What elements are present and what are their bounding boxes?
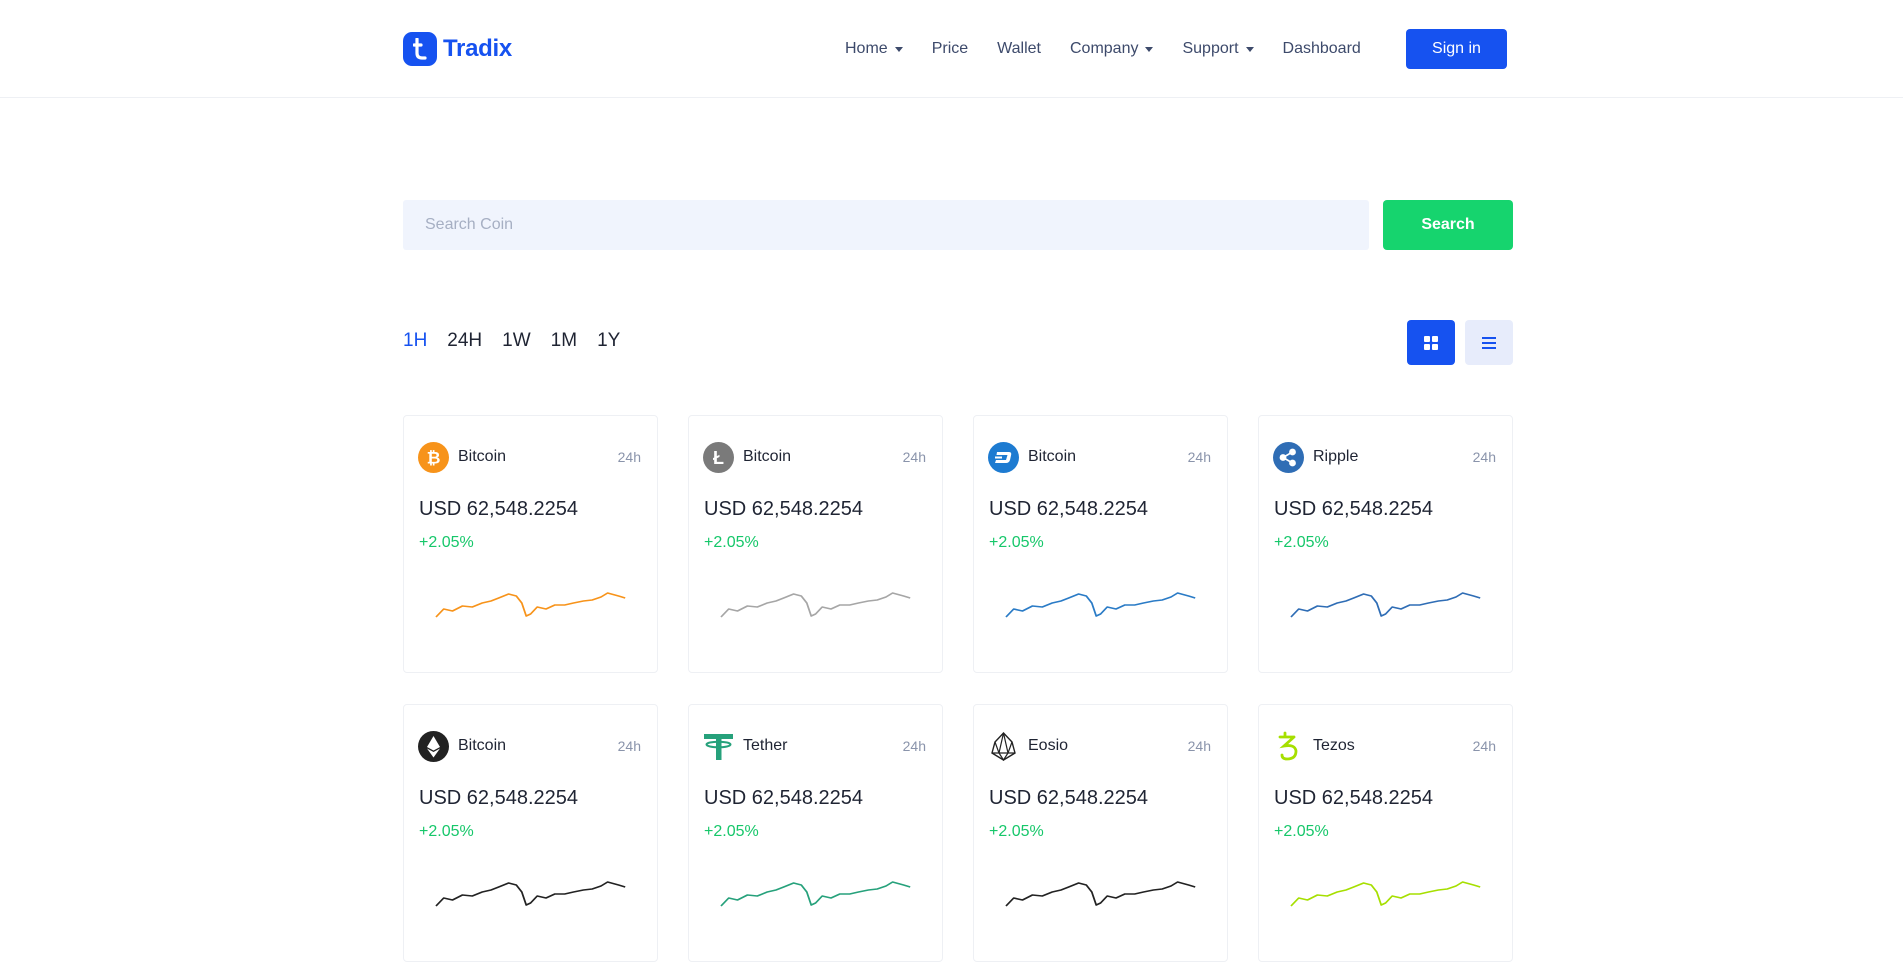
nav-item-label: Price bbox=[931, 40, 969, 57]
coin-price: USD 62,548.2254 bbox=[1274, 787, 1434, 809]
coin-price: USD 62,548.2254 bbox=[989, 787, 1149, 809]
bitcoin-icon: ₿ bbox=[418, 442, 449, 473]
nav-item-home[interactable]: Home bbox=[845, 40, 903, 58]
coin-card[interactable]: Bitcoin 24h USD 62,548.2254 +2.05% bbox=[973, 415, 1228, 673]
sparkline bbox=[720, 881, 911, 907]
brand-logo-icon bbox=[403, 32, 437, 66]
sparkline-path bbox=[1005, 592, 1196, 618]
coin-name: Tezos bbox=[1313, 737, 1355, 754]
tab-1y[interactable]: 1Y bbox=[597, 330, 620, 352]
coin-change: +2.05% bbox=[989, 534, 1044, 551]
coin-price: USD 62,548.2254 bbox=[419, 787, 579, 809]
sparkline bbox=[1005, 881, 1196, 907]
coin-change: +2.05% bbox=[704, 534, 759, 551]
nav-item-label: Home bbox=[845, 40, 888, 57]
coin-price: USD 62,548.2254 bbox=[419, 498, 579, 520]
coin-name: Bitcoin bbox=[458, 448, 507, 465]
coin-period: 24h bbox=[1187, 449, 1211, 465]
search-coin-input[interactable] bbox=[403, 200, 1369, 250]
tether-icon bbox=[704, 734, 733, 760]
sparkline bbox=[1290, 881, 1481, 907]
list-view-button[interactable] bbox=[1465, 320, 1513, 365]
sparkline-path bbox=[720, 592, 911, 618]
coin-name: Ripple bbox=[1313, 448, 1359, 465]
nav-item-label: Wallet bbox=[997, 40, 1041, 57]
sparkline bbox=[435, 592, 626, 618]
coin-card[interactable]: Tezos 24h USD 62,548.2254 +2.05% bbox=[1258, 704, 1513, 962]
coin-change: +2.05% bbox=[419, 823, 474, 840]
eos-icon bbox=[991, 731, 1016, 762]
coin-name: Bitcoin bbox=[743, 448, 792, 465]
sparkline-path bbox=[435, 881, 626, 907]
sparkline-path bbox=[1290, 881, 1481, 907]
sparkline-path bbox=[720, 881, 911, 907]
sparkline-path bbox=[1290, 592, 1481, 618]
grid-view-button[interactable] bbox=[1407, 320, 1455, 365]
tab-24h[interactable]: 24H bbox=[447, 330, 482, 352]
svg-text:₿: ₿ bbox=[427, 449, 441, 469]
search-button[interactable]: Search bbox=[1383, 200, 1513, 250]
litecoin-icon: Ł bbox=[703, 442, 734, 473]
nav-item-label: Support bbox=[1182, 40, 1239, 57]
coin-name: Tether bbox=[743, 737, 788, 754]
coin-period: 24h bbox=[902, 449, 926, 465]
coin-price: USD 62,548.2254 bbox=[704, 498, 864, 520]
coin-period: 24h bbox=[617, 738, 641, 754]
coin-name: Eosio bbox=[1028, 737, 1069, 754]
coin-card[interactable]: Ł Bitcoin 24h USD 62,548.2254 +2.05% bbox=[688, 415, 943, 673]
coin-period: 24h bbox=[902, 738, 926, 754]
list-icon bbox=[1482, 336, 1496, 349]
coin-period: 24h bbox=[1472, 738, 1496, 754]
coin-change: +2.05% bbox=[1274, 534, 1329, 551]
coin-change: +2.05% bbox=[989, 823, 1044, 840]
coin-price: USD 62,548.2254 bbox=[1274, 498, 1434, 520]
nav-item-support[interactable]: Support bbox=[1182, 40, 1254, 58]
sparkline bbox=[1005, 592, 1196, 618]
coin-period: 24h bbox=[617, 449, 641, 465]
sparkline-path bbox=[435, 592, 626, 618]
ethereum-icon bbox=[418, 731, 449, 762]
coin-card[interactable]: Eosio 24h USD 62,548.2254 +2.05% bbox=[973, 704, 1228, 962]
chevron-down-icon bbox=[1145, 46, 1154, 52]
coin-card[interactable]: Bitcoin 24h USD 62,548.2254 +2.05% bbox=[403, 704, 658, 962]
brand-logo[interactable]: Tradix bbox=[403, 31, 512, 67]
ripple-icon bbox=[1273, 442, 1304, 473]
tab-1w[interactable]: 1W bbox=[502, 330, 531, 352]
coin-name: Bitcoin bbox=[1028, 448, 1077, 465]
nav-item-label: Dashboard bbox=[1282, 40, 1361, 57]
brand-name: Tradix bbox=[443, 35, 512, 62]
tab-1m[interactable]: 1M bbox=[551, 330, 577, 352]
chevron-down-icon bbox=[1245, 46, 1254, 52]
site-header: Tradix Home Price Wallet Company Support… bbox=[0, 0, 1903, 98]
coin-card[interactable]: Tether 24h USD 62,548.2254 +2.05% bbox=[688, 704, 943, 962]
dash-icon bbox=[988, 442, 1019, 473]
svg-text:Ł: Ł bbox=[713, 448, 724, 468]
nav-item-dashboard[interactable]: Dashboard bbox=[1283, 40, 1361, 58]
nav-item-company[interactable]: Company bbox=[1070, 40, 1154, 58]
nav-item-price[interactable]: Price bbox=[932, 40, 968, 58]
tezos-icon bbox=[1278, 731, 1298, 761]
nav-item-label: Company bbox=[1070, 40, 1139, 57]
sparkline bbox=[1290, 592, 1481, 618]
coin-price: USD 62,548.2254 bbox=[704, 787, 864, 809]
coin-period: 24h bbox=[1472, 449, 1496, 465]
grid-icon bbox=[1424, 335, 1438, 350]
sparkline bbox=[720, 592, 911, 618]
coin-price: USD 62,548.2254 bbox=[989, 498, 1149, 520]
main-nav: Home Price Wallet Company Support Dashbo… bbox=[845, 30, 1390, 68]
period-tabs: 1H 24H 1W 1M 1Y bbox=[403, 330, 640, 352]
nav-item-wallet[interactable]: Wallet bbox=[997, 40, 1041, 58]
sparkline bbox=[435, 881, 626, 907]
coin-change: +2.05% bbox=[419, 534, 474, 551]
coin-period: 24h bbox=[1187, 738, 1211, 754]
sign-in-button[interactable]: Sign in bbox=[1406, 29, 1507, 69]
coin-name: Bitcoin bbox=[458, 737, 507, 754]
chevron-down-icon bbox=[894, 46, 903, 52]
coin-card[interactable]: Ripple 24h USD 62,548.2254 +2.05% bbox=[1258, 415, 1513, 673]
coin-card[interactable]: ₿ Bitcoin 24h USD 62,548.2254 +2.05% bbox=[403, 415, 658, 673]
coin-change: +2.05% bbox=[1274, 823, 1329, 840]
sparkline-path bbox=[1005, 881, 1196, 907]
tab-1h[interactable]: 1H bbox=[403, 330, 427, 352]
coin-change: +2.05% bbox=[704, 823, 759, 840]
